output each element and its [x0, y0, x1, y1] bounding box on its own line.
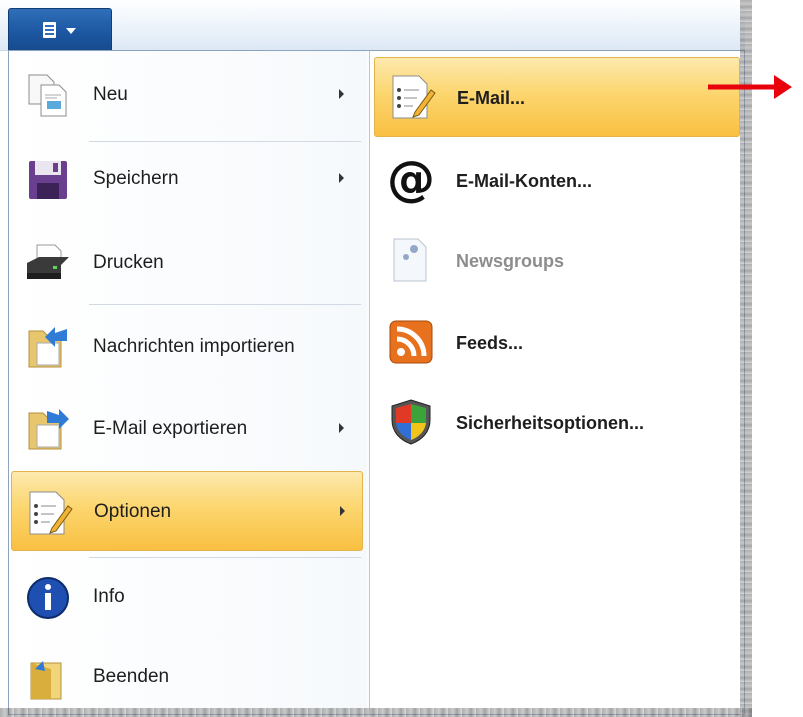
- import-folder-icon: [28, 327, 67, 368]
- printer-icon: [27, 244, 69, 279]
- submenu-item-email[interactable]: E-Mail...: [374, 57, 740, 137]
- menu-item-label: Nachrichten importieren: [93, 336, 295, 357]
- torn-edge-shadow-bottom: [0, 708, 752, 717]
- submenu-panel: E-Mail... @ E-Mail-Konten... Newsgroups …: [369, 51, 744, 714]
- menu-item-import-messages[interactable]: Nachrichten importieren: [11, 307, 363, 387]
- submenu-arrow-icon: [340, 506, 345, 516]
- newsgroup-document-icon: [393, 238, 427, 282]
- submenu-arrow-icon: [339, 89, 344, 99]
- submenu-item-label: Sicherheitsoptionen...: [456, 413, 645, 433]
- application-menu: Neu Speichern Drucken Nachrichten import…: [8, 50, 745, 715]
- separator: [89, 304, 361, 305]
- menu-item-new[interactable]: Neu: [11, 55, 363, 135]
- menu-item-label: Info: [93, 586, 125, 607]
- main-menu-column: Neu Speichern Drucken Nachrichten import…: [9, 51, 367, 714]
- submenu-arrow-icon: [339, 173, 344, 183]
- options-checklist-icon: [29, 491, 73, 535]
- submenu-item-newsgroups: Newsgroups: [374, 221, 740, 301]
- menu-item-label: E-Mail exportieren: [93, 418, 248, 439]
- info-icon: [27, 577, 69, 619]
- menu-item-label: Neu: [93, 84, 128, 105]
- svg-text:@: @: [387, 155, 435, 205]
- new-document-icon: [28, 74, 67, 117]
- submenu-item-label: E-Mail...: [457, 88, 526, 108]
- export-folder-icon: [28, 409, 69, 450]
- at-sign-icon: @: [387, 155, 435, 205]
- floppy-disk-icon: [29, 161, 67, 199]
- menu-item-exit[interactable]: Beenden: [11, 637, 363, 717]
- submenu-arrow-icon: [339, 423, 344, 433]
- submenu-item-security-options[interactable]: Sicherheitsoptionen...: [374, 383, 740, 463]
- menu-item-export-email[interactable]: E-Mail exportieren: [11, 389, 363, 469]
- menu-item-label: Beenden: [93, 666, 170, 687]
- chevron-down-icon: [66, 28, 76, 34]
- submenu-item-label: E-Mail-Konten...: [456, 171, 592, 191]
- application-menu-button[interactable]: [8, 8, 112, 50]
- menu-item-save[interactable]: Speichern: [11, 139, 363, 219]
- document-icon: [43, 22, 56, 38]
- menu-item-label: Speichern: [93, 168, 179, 189]
- email-checklist-icon: [392, 75, 436, 119]
- menu-item-label: Optionen: [94, 501, 172, 522]
- submenu-item-email-accounts[interactable]: @ E-Mail-Konten...: [374, 141, 740, 221]
- menu-item-label: Drucken: [93, 252, 164, 273]
- menu-item-info[interactable]: Info: [11, 557, 363, 637]
- rss-feed-icon: [389, 320, 433, 364]
- submenu-item-label: Feeds...: [456, 333, 524, 353]
- submenu-item-label: Newsgroups: [456, 251, 565, 271]
- exit-folder-icon: [29, 655, 62, 700]
- torn-edge-shadow: [740, 0, 752, 717]
- red-arrow-annotation: [708, 75, 792, 99]
- security-shield-icon: [391, 399, 431, 445]
- submenu-item-feeds[interactable]: Feeds...: [374, 303, 740, 383]
- menu-item-options[interactable]: Optionen: [11, 471, 363, 551]
- menu-item-print[interactable]: Drucken: [11, 223, 363, 303]
